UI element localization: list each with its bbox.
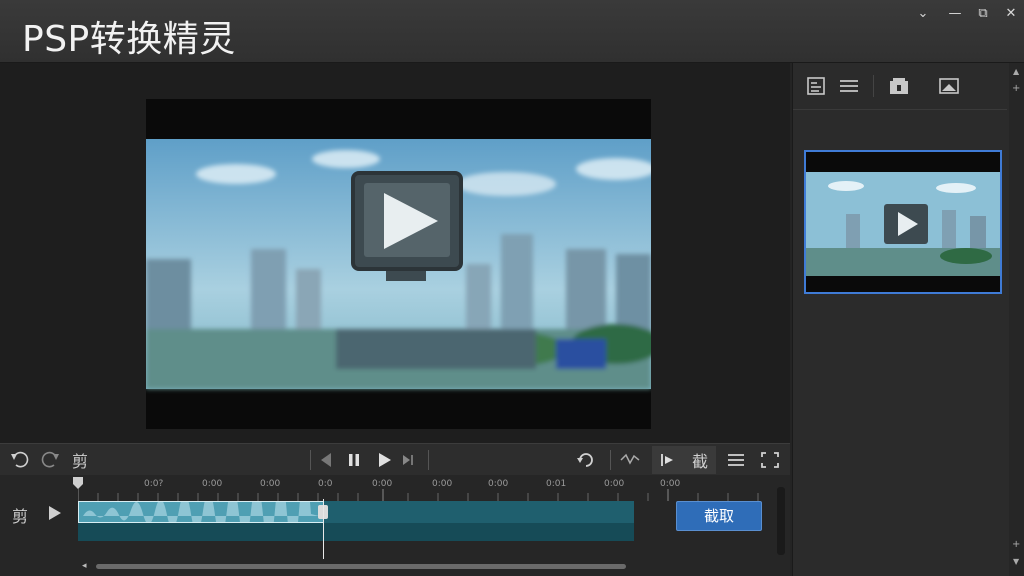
play-icon[interactable] — [372, 449, 396, 471]
playback-toolbar: 剪 截 — [0, 443, 790, 476]
sidebar-toolbar — [793, 63, 1007, 110]
fullscreen-icon[interactable] — [758, 449, 782, 471]
previous-frame-icon[interactable] — [314, 449, 338, 471]
track-play-icon[interactable] — [44, 503, 64, 523]
mark-in-icon[interactable] — [656, 449, 680, 471]
add-file-icon[interactable] — [887, 75, 911, 97]
timeline-vertical-scrollbar[interactable] — [776, 481, 786, 561]
intercept-button[interactable]: 截 — [688, 449, 712, 471]
app-title: PSP转换精灵 — [22, 19, 236, 60]
sidebar-scrollbar[interactable]: ▲ + + ▼ — [1009, 63, 1024, 576]
properties-icon[interactable] — [805, 75, 829, 97]
thumbnail-image — [806, 172, 1000, 276]
redo-icon[interactable] — [38, 449, 62, 471]
ruler-label: 0:0 — [318, 479, 333, 489]
list-view-icon[interactable] — [837, 75, 861, 97]
ruler-label: 0:00 — [604, 479, 625, 489]
settings-icon[interactable] — [618, 449, 642, 471]
ruler-label: 0:00 — [260, 479, 281, 489]
refresh-icon[interactable] — [574, 449, 598, 471]
scroll-down-icon[interactable]: ▼ — [1013, 557, 1019, 566]
toolbar-divider — [610, 450, 611, 470]
minimize-button[interactable]: — — [944, 4, 966, 24]
scroll-up-icon[interactable]: ▲ — [1013, 67, 1019, 76]
video-track-lower — [78, 523, 634, 541]
cut-tool-button[interactable]: 剪 — [68, 449, 92, 471]
video-frame-image — [146, 139, 661, 389]
scroll-left-icon[interactable]: ◂ — [82, 561, 87, 571]
horizontal-scroll-thumb[interactable] — [96, 564, 626, 569]
toolbar-divider — [873, 75, 874, 97]
video-preview[interactable] — [146, 99, 661, 429]
menu-icon[interactable] — [724, 449, 748, 471]
ruler-label: 0:00 — [372, 479, 393, 489]
time-ruler[interactable]: 0:0? 0:00 0:00 0:0 0:00 0:00 0:00 0:01 0… — [73, 477, 778, 501]
restore-button[interactable]: ⧉ — [972, 4, 994, 24]
ruler-label: 0:01 — [546, 479, 567, 489]
ruler-label: 0:00 — [202, 479, 223, 489]
scroll-bottom-add-icon[interactable]: + — [1012, 539, 1020, 550]
title-bar: PSP转换精灵 ⌄ — ⧉ ✕ — [0, 0, 1024, 63]
next-frame-icon[interactable] — [396, 449, 420, 471]
ruler-label: 0:00 — [432, 479, 453, 489]
ruler-label: 0:00 — [660, 479, 681, 489]
toolbar-divider — [310, 450, 311, 470]
ruler-label: 0:00 — [488, 479, 509, 489]
ruler-label: 0:0? — [144, 479, 164, 489]
close-button[interactable]: ✕ — [1000, 4, 1022, 24]
start-marker-icon[interactable] — [73, 477, 83, 489]
cut-button[interactable]: 截取 — [676, 501, 762, 531]
media-thumbnail[interactable] — [804, 150, 1002, 294]
media-sidebar: ▲ + + ▼ — [792, 63, 1024, 576]
preview-area — [0, 63, 790, 443]
audio-waveform — [83, 475, 319, 549]
playhead[interactable] — [323, 499, 324, 559]
pause-icon[interactable] — [342, 449, 366, 471]
vertical-scroll-track — [777, 487, 785, 555]
timeline-panel: 剪 0:0? 0:00 0:00 0:0 0:00 0:00 0:00 0:01… — [0, 475, 790, 576]
toolbar-divider — [428, 450, 429, 470]
undo-icon[interactable] — [8, 449, 32, 471]
scroll-add-icon[interactable]: + — [1012, 83, 1020, 94]
clip-label: 剪 — [12, 507, 29, 526]
output-folder-icon[interactable] — [937, 75, 961, 97]
collapse-button[interactable]: ⌄ — [912, 4, 934, 24]
selected-segment[interactable] — [78, 475, 324, 549]
timeline-horizontal-scrollbar[interactable]: ◂ — [78, 561, 778, 571]
